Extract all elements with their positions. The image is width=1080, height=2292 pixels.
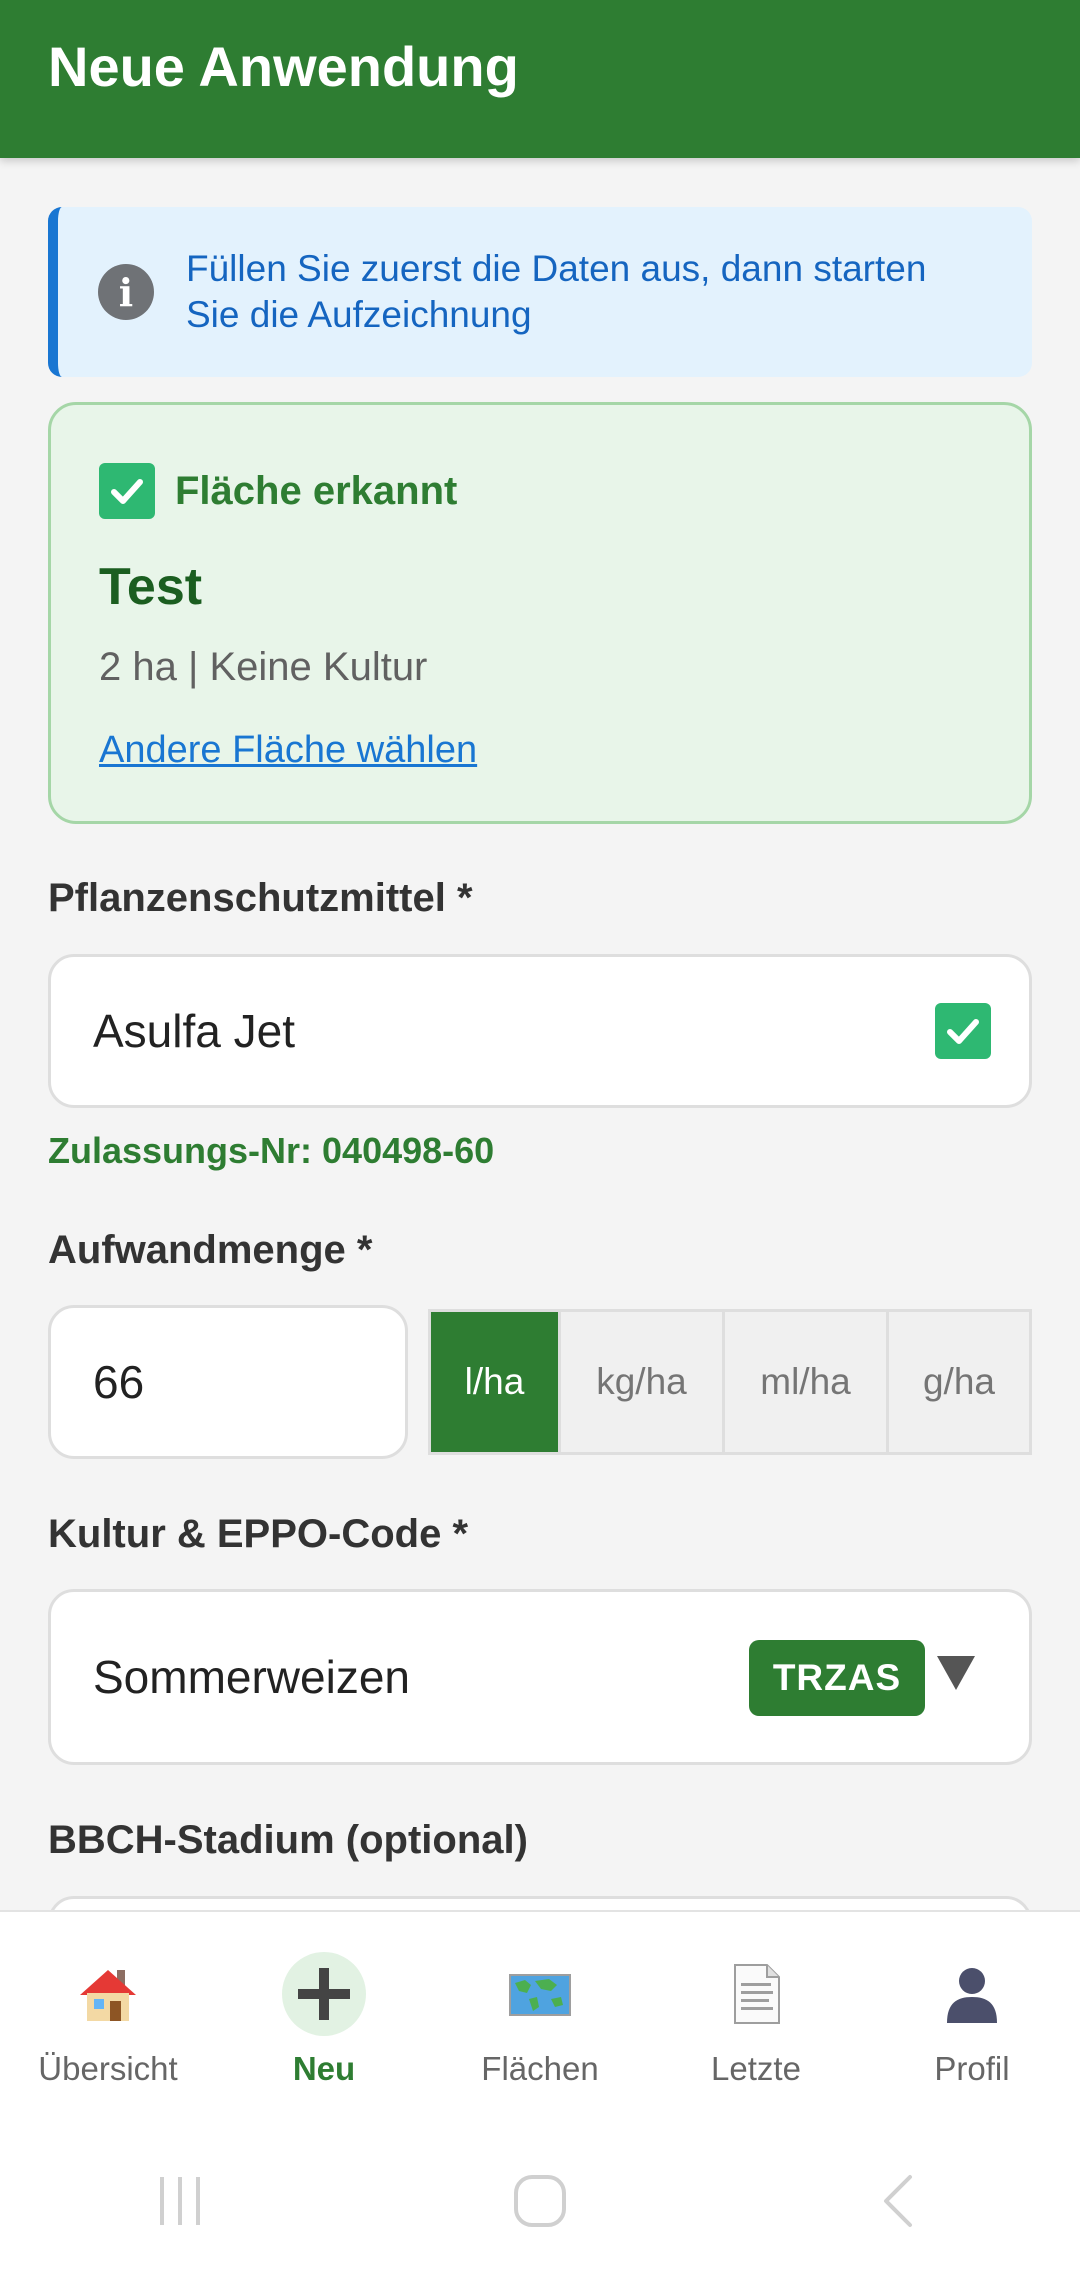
field-detected-card: Fläche erkannt Test 2 ha | Keine Kultur … — [48, 402, 1032, 824]
nav-tab-recent[interactable]: Letzte — [648, 1912, 864, 2110]
unit-option-l-ha[interactable]: l/ha — [431, 1312, 561, 1452]
unit-option-kg-ha[interactable]: kg/ha — [561, 1312, 725, 1452]
nav-label-profile: Profil — [934, 2050, 1010, 2087]
field-detected-label: Fläche erkannt — [175, 468, 458, 513]
system-navigation-bar — [0, 2110, 1080, 2292]
home-button-icon[interactable] — [480, 2161, 600, 2241]
house-icon — [66, 1952, 150, 2036]
recent-apps-icon[interactable] — [120, 2161, 240, 2241]
approval-number: Zulassungs-Nr: 040498-60 — [48, 1130, 495, 1171]
nav-label-fields: Flächen — [481, 2050, 599, 2087]
person-icon — [930, 1952, 1014, 2036]
back-icon[interactable] — [840, 2161, 960, 2241]
field-meta: 2 ha | Keine Kultur — [99, 645, 428, 689]
page-title: Neue Anwendung — [48, 34, 519, 98]
info-banner: i Füllen Sie zuerst die Daten aus, dann … — [48, 207, 1032, 377]
world-map-icon — [498, 1952, 582, 2036]
checkmark-icon — [935, 1003, 991, 1059]
product-label: Pflanzenschutzmittel * — [48, 876, 473, 920]
nav-label-overview: Übersicht — [38, 2050, 178, 2087]
crop-label: Kultur & EPPO-Code * — [48, 1512, 469, 1556]
product-input[interactable]: Asulfa Jet — [48, 954, 1032, 1108]
nav-tab-overview[interactable]: Übersicht — [0, 1912, 216, 2110]
app-bar: Neue Anwendung — [0, 0, 1080, 158]
amount-input[interactable]: 66 — [48, 1305, 408, 1459]
amount-label: Aufwandmenge * — [48, 1228, 373, 1272]
crop-value: Sommerweizen — [93, 1651, 410, 1703]
document-icon — [714, 1952, 798, 2036]
unit-selector: l/ha kg/ha ml/ha g/ha — [428, 1309, 1032, 1455]
field-name: Test — [99, 558, 203, 616]
nav-tab-profile[interactable]: Profil — [864, 1912, 1080, 2110]
amount-value: 66 — [93, 1356, 145, 1408]
field-detected-header: Fläche erkannt — [99, 463, 457, 519]
nav-tab-fields[interactable]: Flächen — [432, 1912, 648, 2110]
dropdown-arrow-icon — [937, 1656, 975, 1690]
info-text: Füllen Sie zuerst die Daten aus, dann st… — [186, 248, 927, 335]
crop-dropdown[interactable]: Sommerweizen TRZAS — [48, 1589, 1032, 1765]
product-value: Asulfa Jet — [93, 1005, 295, 1057]
bottom-navigation: Übersicht Neu Flächen Letzte Profil — [0, 1910, 1080, 2110]
nav-label-recent: Letzte — [711, 2050, 801, 2087]
choose-other-field-link[interactable]: Andere Fläche wählen — [99, 729, 477, 772]
unit-option-g-ha[interactable]: g/ha — [889, 1312, 1029, 1452]
unit-option-ml-ha[interactable]: ml/ha — [725, 1312, 889, 1452]
checkmark-icon — [99, 463, 155, 519]
nav-label-new: Neu — [292, 2050, 356, 2087]
nav-tab-new[interactable]: Neu — [216, 1912, 432, 2110]
plus-icon — [282, 1952, 366, 2036]
eppo-code-badge: TRZAS — [749, 1640, 925, 1716]
bbch-label: BBCH-Stadium (optional) — [48, 1818, 528, 1862]
info-icon: i — [98, 264, 154, 320]
